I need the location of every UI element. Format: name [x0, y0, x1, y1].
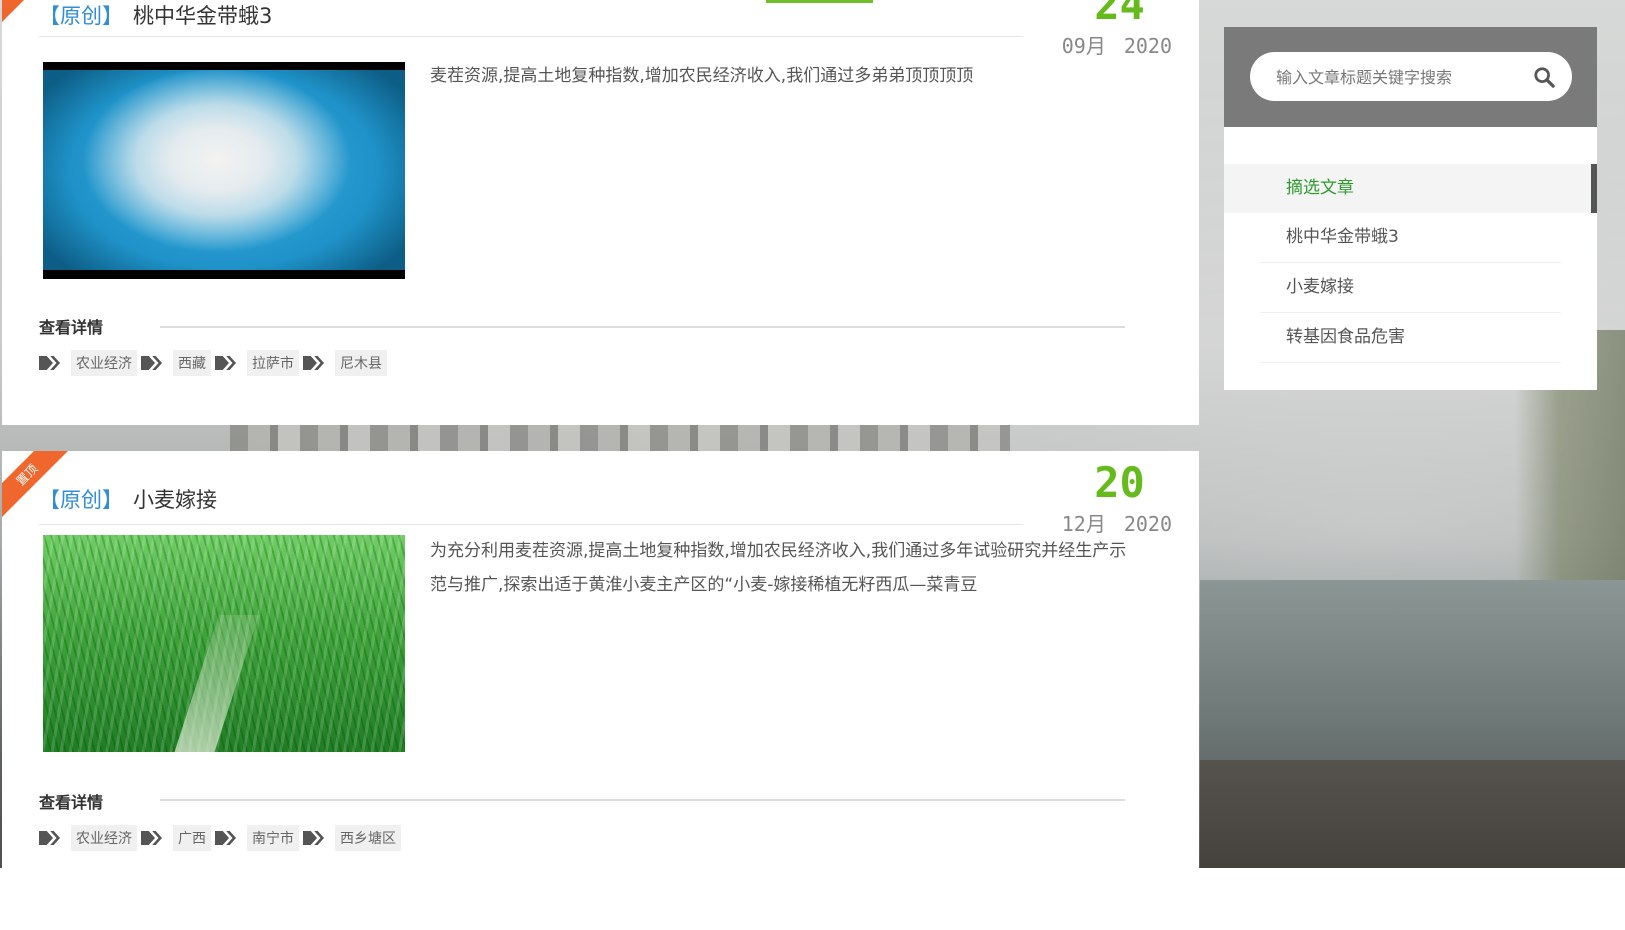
- featured-articles-list: 摘选文章 桃中华金带蛾3 小麦嫁接 转基因食品危害: [1224, 164, 1597, 363]
- original-tag: 【原创】: [39, 488, 123, 512]
- active-indicator-bar: [766, 0, 873, 3]
- tag-chip[interactable]: 农业经济: [71, 825, 137, 851]
- tag-chip[interactable]: 南宁市: [247, 825, 299, 851]
- date-day: 24: [1094, 0, 1145, 29]
- title-divider: [39, 36, 1023, 37]
- post-tags: 农业经济 西藏 拉萨市 尼木县: [39, 350, 391, 376]
- sidebar-article-link[interactable]: 转基因食品危害: [1260, 313, 1561, 363]
- original-tag: 【原创】: [39, 4, 123, 28]
- post-title-text[interactable]: 桃中华金带蛾3: [133, 4, 272, 28]
- post-card: 置顶 【原创】 小麦嫁接 20 12月 2020 为充分利用麦茬资源,提高土地复种指…: [2, 451, 1199, 869]
- sidebar-article-link[interactable]: 桃中华金带蛾3: [1260, 213, 1561, 263]
- post-thumbnail[interactable]: [43, 62, 405, 279]
- post-date: 20 12月 2020: [1042, 462, 1172, 537]
- tag-chip[interactable]: 农业经济: [71, 350, 137, 376]
- post-title-text[interactable]: 小麦嫁接: [133, 488, 217, 512]
- tag-chip[interactable]: 广西: [173, 825, 211, 851]
- date-year: 2020: [1123, 34, 1172, 58]
- search-panel: [1224, 27, 1597, 127]
- background-stone-wall: [1200, 760, 1625, 868]
- post-excerpt: 为充分利用麦茬资源,提高土地复种指数,增加农民经济收入,我们通过多年试验研究并经…: [430, 541, 1127, 595]
- sidebar-article-link[interactable]: 小麦嫁接: [1260, 263, 1561, 313]
- tags-icon: [303, 355, 325, 371]
- search-input[interactable]: [1274, 64, 1528, 90]
- tag-chip[interactable]: 尼木县: [335, 350, 387, 376]
- search-icon[interactable]: [1533, 66, 1555, 88]
- date-month-year: 09月 2020: [1042, 30, 1172, 59]
- tags-icon: [39, 355, 61, 371]
- date-month: 09月: [1061, 34, 1106, 58]
- read-more-divider: [160, 799, 1125, 801]
- sidebar: 摘选文章 桃中华金带蛾3 小麦嫁接 转基因食品危害: [1224, 27, 1597, 390]
- tags-icon: [141, 830, 163, 846]
- tag-chip[interactable]: 拉萨市: [247, 350, 299, 376]
- title-divider: [39, 524, 1023, 525]
- read-more-link[interactable]: 查看详情: [39, 314, 103, 338]
- tags-icon: [303, 830, 325, 846]
- featured-articles-heading: 摘选文章: [1224, 164, 1597, 213]
- tags-icon: [141, 355, 163, 371]
- post-thumbnail[interactable]: [43, 535, 405, 752]
- read-more-divider: [160, 326, 1125, 328]
- date-month-year: 12月 2020: [1042, 508, 1172, 537]
- background-houses: [230, 425, 1010, 451]
- tag-chip[interactable]: 西藏: [173, 350, 211, 376]
- post-title[interactable]: 【原创】 小麦嫁接: [39, 484, 217, 514]
- date-year: 2020: [1123, 512, 1172, 536]
- post-tags: 农业经济 广西 南宁市 西乡塘区: [39, 825, 405, 851]
- post-excerpt: 麦茬资源,提高土地复种指数,增加农民经济收入,我们通过多弟弟顶顶顶顶: [430, 66, 974, 86]
- read-more-link[interactable]: 查看详情: [39, 789, 103, 813]
- tags-icon: [39, 830, 61, 846]
- post-card: 【原创】 桃中华金带蛾3 24 09月 2020 麦茬资源,提高土地复种指数,增加农…: [2, 0, 1199, 425]
- tags-icon: [215, 830, 237, 846]
- post-title[interactable]: 【原创】 桃中华金带蛾3: [39, 0, 272, 30]
- tags-icon: [215, 355, 237, 371]
- search-box[interactable]: [1250, 52, 1572, 101]
- tag-chip[interactable]: 西乡塘区: [335, 825, 401, 851]
- date-month: 12月: [1061, 512, 1106, 536]
- corner-ribbon: [2, 0, 24, 22]
- post-date: 24 09月 2020: [1042, 0, 1172, 59]
- petri-dish-image: [43, 70, 405, 270]
- date-day: 20: [1094, 458, 1145, 507]
